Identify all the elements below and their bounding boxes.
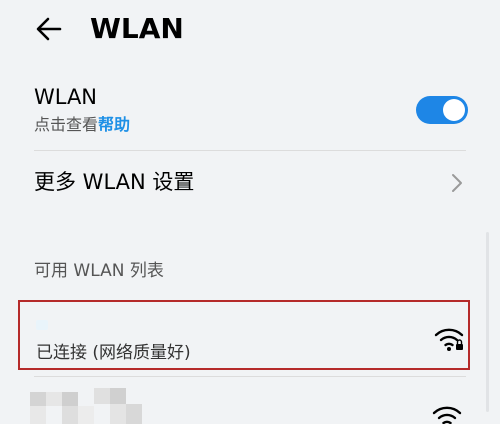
- wlan-help-prefix: 点击查看: [34, 115, 99, 134]
- wlan-toggle-row[interactable]: WLAN 点击查看帮助: [0, 62, 500, 152]
- wlan-help-text: 点击查看帮助: [34, 114, 130, 136]
- wifi-icon: [432, 406, 462, 424]
- network-name-redacted: [36, 320, 48, 330]
- top-bar: WLAN: [0, 0, 500, 62]
- network-status: 已连接 (网络质量好): [36, 343, 191, 363]
- available-wlan-header: 可用 WLAN 列表: [34, 261, 164, 281]
- network-item[interactable]: [18, 380, 478, 424]
- wlan-label: WLAN: [34, 85, 98, 109]
- more-wlan-settings-label: 更多 WLAN 设置: [34, 170, 195, 194]
- network-item-connected[interactable]: 已连接 (网络质量好): [18, 300, 470, 370]
- scrollbar[interactable]: [486, 232, 489, 412]
- toggle-knob: [443, 99, 465, 121]
- help-link[interactable]: 帮助: [98, 115, 130, 134]
- wlan-settings-card: WLAN 点击查看帮助 更多 WLAN 设置: [0, 62, 500, 214]
- more-wlan-settings-row[interactable]: 更多 WLAN 设置: [0, 152, 500, 212]
- chevron-right-icon: [452, 174, 462, 192]
- divider: [34, 376, 466, 377]
- page-title: WLAN: [90, 12, 184, 45]
- wlan-toggle-switch[interactable]: [416, 96, 468, 124]
- wifi-lock-icon: [434, 328, 464, 351]
- back-arrow-icon[interactable]: [34, 14, 64, 44]
- divider: [34, 150, 466, 151]
